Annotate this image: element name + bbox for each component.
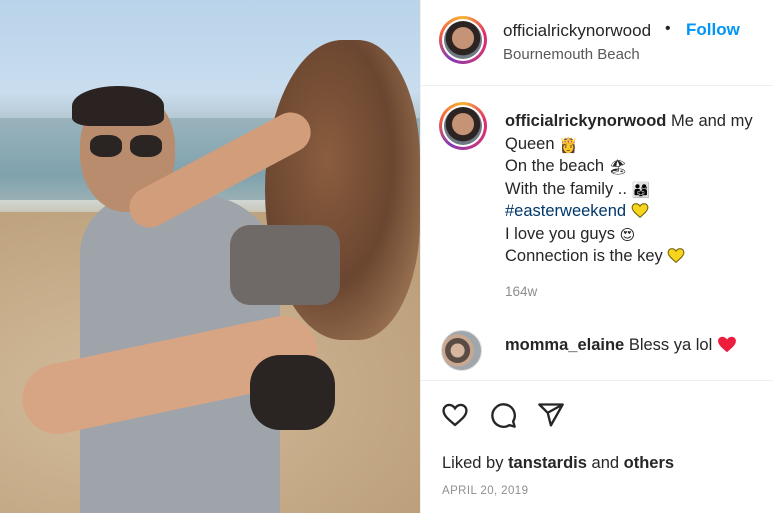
photo-woman-shorts <box>250 355 335 430</box>
caption-line-3: With the family .. <box>505 179 627 198</box>
yellow-heart-icon <box>631 203 649 218</box>
liked-by-user[interactable]: tanstardis <box>508 454 587 472</box>
caption-line-3-wrap: With the family .. 👨‍👩‍👧 <box>505 178 767 201</box>
commenter-username[interactable]: momma_elaine <box>505 336 624 354</box>
caption-author-avatar[interactable] <box>439 102 487 150</box>
likes-summary: Liked by tanstardis and others <box>442 454 674 473</box>
caption-line-2-wrap: On the beach 🏖 <box>505 155 767 178</box>
separator-dot: • <box>665 20 671 37</box>
heart-eyes-emoji-icon: 😍 <box>619 226 636 244</box>
queen-emoji-icon: 👸 <box>559 136 578 154</box>
likes-prefix: Liked by <box>442 454 504 472</box>
action-icons <box>441 401 565 429</box>
photo-man-hair <box>72 86 164 126</box>
caption-line-2: On the beach <box>505 157 605 175</box>
caption-avatar-image <box>444 107 482 145</box>
comment-text: momma_elaine Bless ya lol <box>505 336 737 355</box>
family-emoji-icon: 👨‍👩‍👧 <box>631 181 651 199</box>
share-icon[interactable] <box>537 401 565 429</box>
yellow-heart-icon <box>667 248 685 263</box>
photo-woman-top <box>230 225 340 305</box>
likes-others-link[interactable]: others <box>624 454 674 472</box>
post-actions: Liked by tanstardis and others APRIL 20,… <box>421 380 773 513</box>
likes-and: and <box>591 454 620 472</box>
caption-line-6: Connection is the key <box>505 247 663 265</box>
caption-line-6-wrap: Connection is the key <box>505 245 767 268</box>
post-header: officialrickynorwood • Follow Bournemout… <box>421 0 773 86</box>
caption-line-5: I love you guys <box>505 224 616 243</box>
red-heart-icon <box>717 336 737 353</box>
author-avatar[interactable] <box>439 16 487 64</box>
photo-sunglasses <box>90 135 165 157</box>
author-avatar-image <box>444 21 482 59</box>
post-time-ago[interactable]: 164w <box>505 284 537 299</box>
comment-body: Bless ya lol <box>628 336 713 354</box>
caption-line-4-wrap: #easterweekend <box>505 200 767 223</box>
caption-text: officialrickynorwood Me and my Queen 👸 O… <box>505 110 767 268</box>
comment-item: momma_elaine Bless ya lol <box>421 326 773 378</box>
heart-icon[interactable] <box>441 401 469 429</box>
caption-username[interactable]: officialrickynorwood <box>505 112 666 130</box>
post-location[interactable]: Bournemouth Beach <box>503 46 640 63</box>
post-date[interactable]: APRIL 20, 2019 <box>442 485 528 497</box>
beach-emoji-icon: 🏖 <box>608 159 628 176</box>
commenter-avatar[interactable] <box>441 330 482 371</box>
hashtag-link[interactable]: #easterweekend <box>505 202 626 220</box>
post-photo[interactable] <box>0 0 420 513</box>
post-side-panel: officialrickynorwood • Follow Bournemout… <box>420 0 773 513</box>
follow-button[interactable]: Follow <box>686 20 740 40</box>
author-username[interactable]: officialrickynorwood <box>503 21 651 41</box>
caption-line-5-wrap: I love you guys 😍 <box>505 223 767 246</box>
comment-icon[interactable] <box>489 401 517 429</box>
